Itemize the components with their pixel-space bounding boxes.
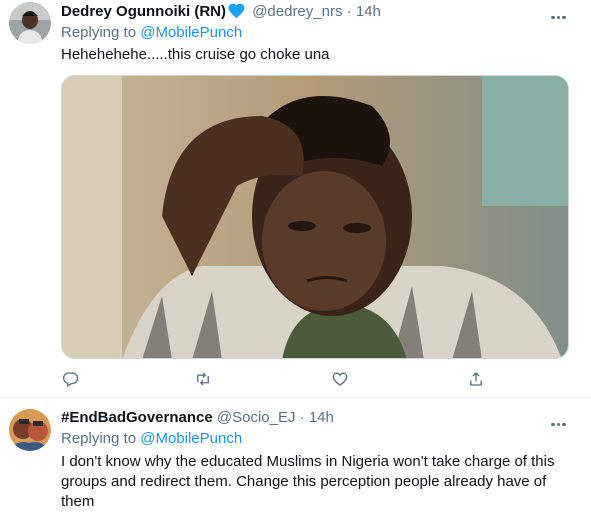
replying-to: Replying to @MobilePunch	[61, 23, 242, 43]
display-name[interactable]: #EndBadGovernance	[61, 409, 213, 426]
reply-icon[interactable]	[61, 370, 81, 390]
avatar[interactable]	[9, 409, 51, 451]
user-handle[interactable]: @dedrey_nrs	[252, 3, 342, 20]
separator-dot: ·	[299, 409, 305, 426]
mention-link[interactable]: @MobilePunch	[140, 430, 242, 447]
tweet-actions	[61, 370, 561, 390]
share-icon[interactable]	[467, 370, 487, 390]
retweet-icon[interactable]	[194, 370, 214, 390]
more-icon[interactable]	[551, 413, 571, 427]
tweet-header: Dedrey Ogunnoiki (RN) @dedrey_nrs · 14h	[61, 1, 381, 22]
avatar[interactable]	[9, 2, 51, 44]
timestamp[interactable]: 14h	[356, 3, 381, 20]
timestamp[interactable]: 14h	[309, 409, 334, 426]
replying-prefix: Replying to	[61, 24, 137, 41]
replying-prefix: Replying to	[61, 430, 137, 447]
tweet-header: #EndBadGovernance @Socio_EJ · 14h	[61, 408, 334, 428]
tweet-text: Hehehehehe.....this cruise go choke una	[61, 46, 330, 63]
tweet[interactable]: Dedrey Ogunnoiki (RN) @dedrey_nrs · 14h …	[0, 0, 591, 398]
user-handle[interactable]: @Socio_EJ	[217, 409, 296, 426]
tweet[interactable]: #EndBadGovernance @Socio_EJ · 14h Replyi…	[0, 398, 591, 514]
separator-dot: ·	[346, 3, 352, 20]
tweet-text: I don't know why the educated Muslims in…	[61, 453, 555, 510]
mention-link[interactable]: @MobilePunch	[140, 24, 242, 41]
more-icon[interactable]	[551, 6, 571, 20]
verified-badge-icon	[227, 1, 246, 19]
heart-icon[interactable]	[331, 370, 351, 390]
display-name[interactable]: Dedrey Ogunnoiki (RN)	[61, 3, 226, 20]
replying-to: Replying to @MobilePunch	[61, 429, 242, 449]
tweet-media-image[interactable]	[61, 75, 569, 359]
